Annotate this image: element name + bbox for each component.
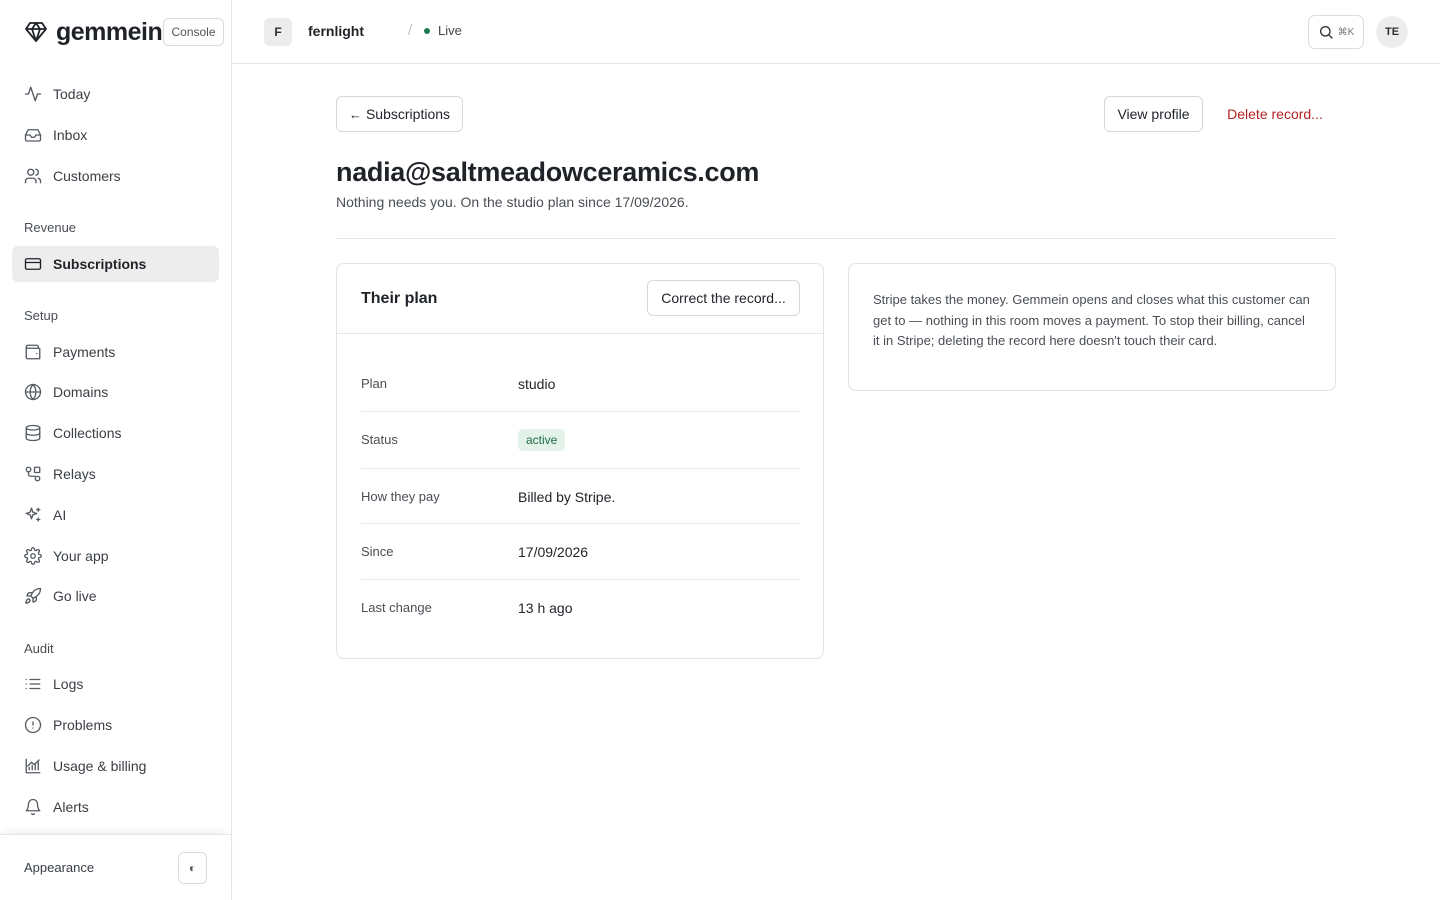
detail-key: Plan bbox=[361, 376, 388, 391]
detail-row-plan: Plan studio bbox=[361, 359, 800, 412]
detail-value: Billed by Stripe. bbox=[518, 489, 616, 505]
sidebar-item-label: Payments bbox=[53, 344, 116, 360]
activity-icon bbox=[24, 85, 42, 103]
status-badge: active bbox=[518, 429, 566, 451]
sparkles-icon bbox=[24, 506, 42, 524]
console-badge[interactable]: Console bbox=[163, 18, 224, 46]
sidebar-item-your-app[interactable]: Your app bbox=[12, 538, 219, 574]
delete-record-button[interactable]: Delete record... bbox=[1215, 96, 1335, 132]
sidebar-item-label: Subscriptions bbox=[53, 256, 147, 272]
user-avatar[interactable]: TE bbox=[1376, 16, 1408, 48]
users-icon bbox=[24, 167, 42, 185]
detail-value: 13 h ago bbox=[518, 600, 573, 616]
card-title: Their plan bbox=[361, 290, 438, 307]
plan-card: Their plan Correct the record... Plan st… bbox=[336, 263, 824, 659]
arrow-left-icon: ← bbox=[348, 106, 362, 122]
environment-label: Live bbox=[438, 23, 462, 38]
org-switcher[interactable]: fernlight bbox=[308, 23, 364, 39]
info-text: Stripe takes the money. Gemmein opens an… bbox=[873, 292, 1310, 348]
sidebar-item-payments[interactable]: Payments bbox=[12, 334, 219, 370]
sidebar-item-label: Relays bbox=[53, 466, 96, 482]
detail-value: studio bbox=[518, 376, 556, 392]
back-to-subscriptions-button[interactable]: ← Subscriptions bbox=[336, 96, 463, 132]
contrast-icon: ◐ bbox=[188, 861, 197, 875]
view-profile-button[interactable]: View profile bbox=[1104, 96, 1203, 132]
sidebar-item-relays[interactable]: Relays bbox=[12, 456, 219, 492]
sidebar-item-label: AI bbox=[53, 507, 67, 523]
sidebar-item-collections[interactable]: Collections bbox=[12, 415, 219, 451]
sidebar-item-ai[interactable]: AI bbox=[12, 497, 219, 533]
info-card: Stripe takes the money. Gemmein opens an… bbox=[848, 263, 1336, 391]
search-shortcut: ⌘K bbox=[1337, 26, 1355, 38]
sidebar-item-inbox[interactable]: Inbox bbox=[12, 117, 219, 153]
brand-name: gemmein bbox=[56, 17, 163, 46]
rocket-icon bbox=[24, 587, 42, 605]
detail-value: 17/09/2026 bbox=[518, 544, 589, 560]
gear-icon bbox=[24, 547, 42, 565]
topbar: F fernlight / Live ⌘K TE bbox=[232, 0, 1440, 64]
sidebar-item-label: Today bbox=[53, 86, 91, 102]
section-label-revenue: Revenue bbox=[24, 220, 77, 235]
detail-row-status: Status active bbox=[361, 412, 800, 469]
credit-card-icon bbox=[24, 255, 42, 273]
search-button[interactable]: ⌘K bbox=[1308, 15, 1364, 49]
alert-circle-icon bbox=[24, 716, 42, 734]
sidebar: gemmein Console Today Inbox Customers Re… bbox=[0, 0, 232, 900]
detail-row-since: Since 17/09/2026 bbox=[361, 524, 800, 580]
list-icon bbox=[24, 675, 42, 693]
org-avatar[interactable]: F bbox=[264, 18, 292, 46]
sidebar-footer: Appearance ◐ bbox=[0, 834, 231, 900]
sidebar-item-logs[interactable]: Logs bbox=[12, 666, 219, 702]
sidebar-item-subscriptions[interactable]: Subscriptions bbox=[12, 246, 219, 282]
sidebar-item-label: Your app bbox=[53, 548, 109, 564]
detail-key: Last change bbox=[361, 600, 432, 615]
sidebar-item-domains[interactable]: Domains bbox=[12, 374, 219, 410]
sidebar-item-go-live[interactable]: Go live bbox=[12, 578, 219, 614]
page-subtitle: Nothing needs you. On the studio plan si… bbox=[336, 194, 689, 210]
sidebar-item-label: Domains bbox=[53, 384, 109, 400]
appearance-label: Appearance bbox=[24, 860, 95, 875]
back-button-label: Subscriptions bbox=[365, 106, 451, 122]
sidebar-item-label: Collections bbox=[53, 425, 122, 441]
wallet-icon bbox=[24, 343, 42, 361]
globe-icon bbox=[24, 383, 42, 401]
detail-row-last-change: Last change 13 h ago bbox=[361, 580, 800, 636]
section-label-setup: Setup bbox=[24, 308, 58, 323]
brand-logo[interactable]: gemmein bbox=[24, 17, 163, 46]
sidebar-item-label: Alerts bbox=[53, 799, 89, 815]
sidebar-item-label: Inbox bbox=[53, 127, 88, 143]
bell-icon bbox=[24, 798, 42, 816]
sidebar-item-label: Usage & billing bbox=[53, 758, 147, 774]
sidebar-item-label: Customers bbox=[53, 168, 121, 184]
inbox-icon bbox=[24, 126, 42, 144]
sidebar-item-label: Go live bbox=[53, 588, 97, 604]
search-icon bbox=[1318, 24, 1334, 40]
status-dot bbox=[424, 27, 430, 34]
sidebar-item-today[interactable]: Today bbox=[12, 76, 219, 112]
database-icon bbox=[24, 424, 42, 442]
route-icon bbox=[24, 465, 42, 483]
sidebar-item-customers[interactable]: Customers bbox=[12, 158, 219, 194]
detail-key: How they pay bbox=[361, 489, 440, 504]
page-title: nadia@saltmeadowceramics.com bbox=[336, 157, 760, 187]
chart-icon bbox=[24, 757, 42, 775]
detail-key: Since bbox=[361, 544, 394, 559]
gem-icon bbox=[24, 20, 48, 44]
environment-indicator[interactable]: Live bbox=[424, 23, 462, 38]
section-label-audit: Audit bbox=[24, 641, 54, 656]
theme-toggle-button[interactable]: ◐ bbox=[178, 852, 207, 884]
card-header: Their plan Correct the record... bbox=[337, 264, 823, 334]
correct-record-button[interactable]: Correct the record... bbox=[647, 280, 800, 316]
detail-key: Status bbox=[361, 432, 398, 447]
sidebar-item-alerts[interactable]: Alerts bbox=[12, 789, 219, 825]
detail-row-payment-method: How they pay Billed by Stripe. bbox=[361, 469, 800, 524]
sidebar-item-label: Logs bbox=[53, 676, 84, 692]
sidebar-item-usage-billing[interactable]: Usage & billing bbox=[12, 748, 219, 784]
divider bbox=[336, 238, 1336, 239]
sidebar-item-label: Problems bbox=[53, 717, 113, 733]
sidebar-item-problems[interactable]: Problems bbox=[12, 707, 219, 743]
breadcrumb-separator: / bbox=[408, 22, 413, 39]
